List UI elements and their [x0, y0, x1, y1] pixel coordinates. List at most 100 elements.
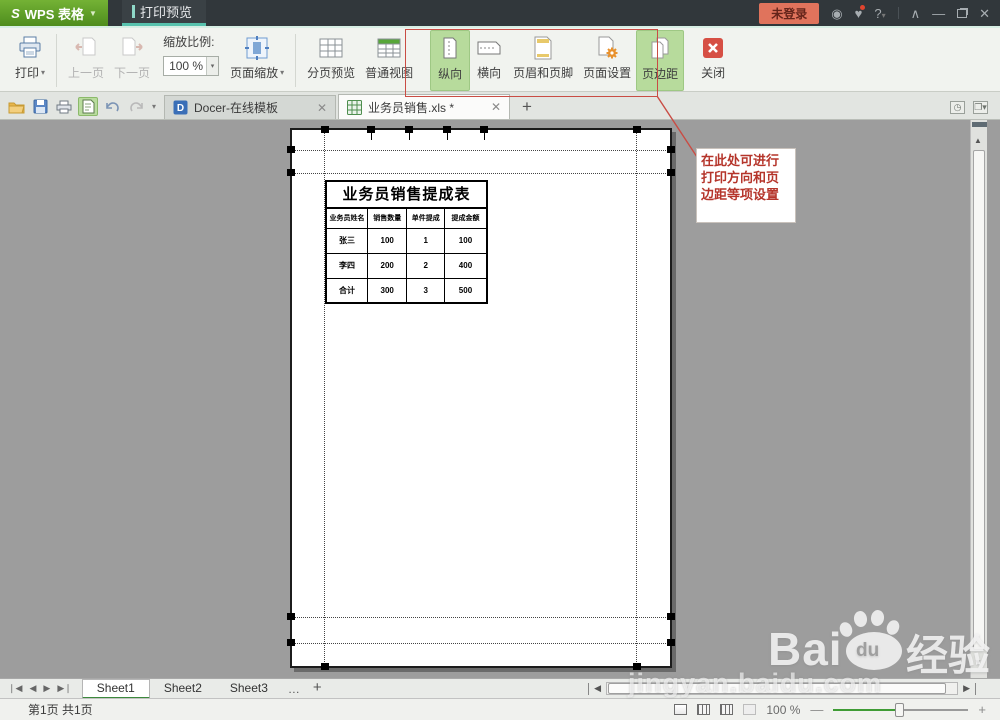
column-handle[interactable]: [367, 126, 375, 133]
close-preview-button[interactable]: 关闭: [694, 30, 732, 91]
statusbar-right: 100 % — +: [674, 702, 1000, 717]
quick-print-icon[interactable]: [54, 97, 74, 116]
scrollbar-split-handle[interactable]: [972, 122, 987, 127]
prev-page-button[interactable]: 上一页: [63, 30, 109, 91]
horizontal-scroll-track[interactable]: [606, 682, 959, 695]
print-button[interactable]: 打印 ▾: [10, 30, 50, 91]
column-handle[interactable]: [480, 126, 488, 133]
margin-handle[interactable]: [287, 613, 295, 620]
normal-view-button[interactable]: 普通视图: [360, 30, 418, 91]
margin-handle[interactable]: [667, 613, 675, 620]
close-window-button[interactable]: ✕: [979, 7, 990, 20]
scroll-right-icon[interactable]: ▶: [963, 683, 970, 694]
login-button[interactable]: 未登录: [759, 2, 820, 24]
qat-dropdown-icon[interactable]: ▾: [150, 102, 158, 111]
sheet-tab-bar: ❘◀ ◀ ▶ ▶❘ Sheet1 Sheet2 Sheet3 … + ◀ ▶: [0, 678, 1000, 699]
more-sheets-button[interactable]: …: [282, 682, 307, 696]
feedback-heart-icon[interactable]: ♥: [855, 4, 866, 20]
zoom-in-button[interactable]: +: [978, 702, 986, 717]
save-icon[interactable]: [30, 97, 50, 116]
skin-icon[interactable]: ◉: [831, 7, 842, 20]
header-cell: 业务员姓名: [325, 207, 368, 229]
portrait-button[interactable]: 纵向: [430, 30, 471, 91]
margin-handle[interactable]: [287, 169, 295, 176]
margin-handle[interactable]: [321, 126, 329, 133]
minimize-button[interactable]: —: [932, 7, 945, 20]
history-icon[interactable]: ◷: [950, 101, 965, 114]
scroll-up-icon[interactable]: ▲: [974, 136, 982, 145]
table-cell: 300: [366, 277, 408, 304]
help-icon[interactable]: ?▾: [874, 7, 885, 20]
first-sheet-button[interactable]: ❘◀: [8, 683, 22, 694]
wps-menu-button[interactable]: S WPS 表格 ▼: [0, 0, 108, 26]
collapse-ribbon-icon[interactable]: ∧: [911, 7, 921, 20]
bottom-margin-line[interactable]: [292, 617, 670, 618]
page-zoom-icon: [243, 35, 271, 61]
table-cell: 2: [406, 252, 445, 279]
sheet-tab-sheet3[interactable]: Sheet3: [216, 680, 282, 697]
doc-tab-docer[interactable]: D Docer-在线模板 ✕: [164, 95, 337, 119]
chevron-down-icon: ▼: [88, 8, 97, 18]
zoom-out-button[interactable]: —: [810, 702, 823, 717]
arrange-windows-icon[interactable]: ❐▾: [973, 101, 988, 114]
pagebreak-preview-button[interactable]: 分页预览: [302, 30, 360, 91]
vertical-scroll-thumb[interactable]: [973, 150, 985, 650]
header-cell: 单件提成: [406, 207, 445, 229]
page-setup-button[interactable]: 页面设置: [578, 30, 636, 91]
normal-view-mini-icon[interactable]: [674, 704, 688, 715]
scroll-down-icon[interactable]: ▼: [974, 658, 982, 667]
prev-sheet-button[interactable]: ◀: [29, 683, 36, 694]
close-tab-icon[interactable]: ✕: [483, 100, 501, 114]
header-footer-button[interactable]: 页眉和页脚: [508, 30, 578, 91]
sheet-tab-sheet2[interactable]: Sheet2: [150, 680, 216, 697]
zoom-slider-thumb[interactable]: [895, 702, 905, 717]
top-margin-line[interactable]: [292, 173, 670, 174]
horizontal-scroll-thumb[interactable]: [608, 683, 947, 694]
page-zoom-button[interactable]: 页面缩放 ▾: [225, 30, 289, 91]
next-page-button[interactable]: 下一页: [109, 30, 155, 91]
margin-handle[interactable]: [667, 169, 675, 176]
right-margin-line[interactable]: [636, 130, 637, 666]
zoom-slider[interactable]: [833, 702, 969, 717]
scroll-left-icon[interactable]: ◀: [594, 683, 601, 694]
margin-handle[interactable]: [667, 639, 675, 646]
splitter-handle[interactable]: [975, 682, 976, 695]
margin-handle[interactable]: [287, 639, 295, 646]
splitter-handle[interactable]: [588, 682, 590, 695]
notification-dot: [860, 4, 866, 10]
sheet-tab-sheet1[interactable]: Sheet1: [81, 678, 150, 699]
restore-button[interactable]: [957, 8, 968, 18]
last-sheet-button[interactable]: ▶❘: [57, 683, 71, 694]
add-sheet-button[interactable]: +: [307, 679, 328, 698]
table-cell: 200: [366, 252, 408, 279]
chevron-down-icon[interactable]: ▾: [206, 57, 219, 75]
margins-button[interactable]: 页边距: [636, 30, 685, 91]
undo-icon[interactable]: [102, 97, 122, 116]
fullscreen-mini-icon[interactable]: [743, 704, 757, 715]
sheet-nav: ❘◀ ◀ ▶ ▶❘: [0, 683, 82, 694]
pagebreak-view-mini-icon[interactable]: [697, 704, 711, 715]
margin-handle[interactable]: [633, 663, 641, 670]
redo-icon[interactable]: [126, 97, 146, 116]
margin-handle[interactable]: [321, 663, 329, 670]
close-tab-icon[interactable]: ✕: [309, 101, 327, 115]
vertical-scrollbar[interactable]: ▲ ▼: [970, 120, 987, 678]
print-preview-toggle-icon[interactable]: [78, 97, 98, 116]
zoom-ratio-select[interactable]: 100 % ▾: [163, 56, 220, 76]
doc-tab-sales[interactable]: 业务员销售.xls * ✕: [338, 94, 511, 119]
annotation-line: 打印方向和页: [701, 170, 780, 185]
header-margin-line[interactable]: [292, 150, 670, 151]
tab-print-preview[interactable]: 打印预览: [122, 0, 207, 26]
footer-margin-line[interactable]: [292, 643, 670, 644]
new-tab-button[interactable]: +: [512, 97, 542, 119]
margin-handle[interactable]: [287, 146, 295, 153]
column-handle[interactable]: [405, 126, 413, 133]
page-layout-mini-icon[interactable]: [720, 704, 734, 715]
margin-handle[interactable]: [633, 126, 641, 133]
column-handle[interactable]: [443, 126, 451, 133]
landscape-button[interactable]: 横向: [470, 30, 508, 91]
margin-handle[interactable]: [667, 146, 675, 153]
next-sheet-button[interactable]: ▶: [43, 683, 50, 694]
open-folder-icon[interactable]: [6, 97, 26, 116]
table-cell: 3: [406, 277, 445, 304]
